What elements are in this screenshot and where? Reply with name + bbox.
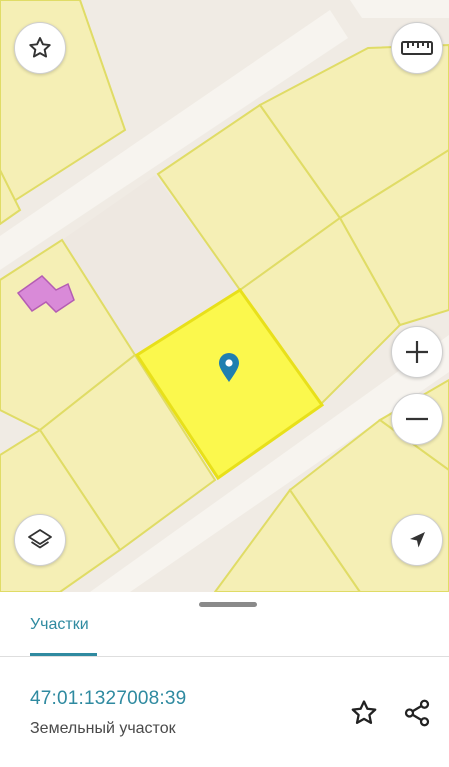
- share-icon: [404, 699, 430, 727]
- parcel-type: Земельный участок: [30, 720, 176, 737]
- map-canvas[interactable]: [0, 0, 449, 592]
- favorite-button[interactable]: [347, 696, 381, 730]
- cadastral-number[interactable]: 47:01:1327008:39: [30, 688, 186, 710]
- ruler-icon: [401, 41, 433, 55]
- ruler-button[interactable]: [391, 22, 443, 74]
- navigation-arrow-icon: [410, 532, 425, 548]
- bottom-sheet: Участки 47:01:1327008:39 Земельный участ…: [0, 592, 449, 767]
- layers-button[interactable]: [14, 514, 66, 566]
- layers-icon: [28, 529, 52, 549]
- zoom-out-button[interactable]: [391, 393, 443, 445]
- divider: [0, 656, 449, 657]
- star-outline-icon: [351, 700, 377, 724]
- minus-icon: [406, 417, 428, 421]
- map-view[interactable]: [0, 0, 449, 592]
- my-location-button[interactable]: [391, 514, 443, 566]
- favorite-map-button[interactable]: [14, 22, 66, 74]
- drag-handle[interactable]: [199, 602, 257, 607]
- road-top-right: [350, 0, 449, 18]
- tab-parcels[interactable]: Участки: [30, 616, 97, 656]
- star-outline-icon: [29, 37, 51, 58]
- share-button[interactable]: [400, 696, 434, 730]
- plus-icon: [406, 341, 428, 363]
- zoom-in-button[interactable]: [391, 326, 443, 378]
- tab-label: Участки: [30, 616, 89, 633]
